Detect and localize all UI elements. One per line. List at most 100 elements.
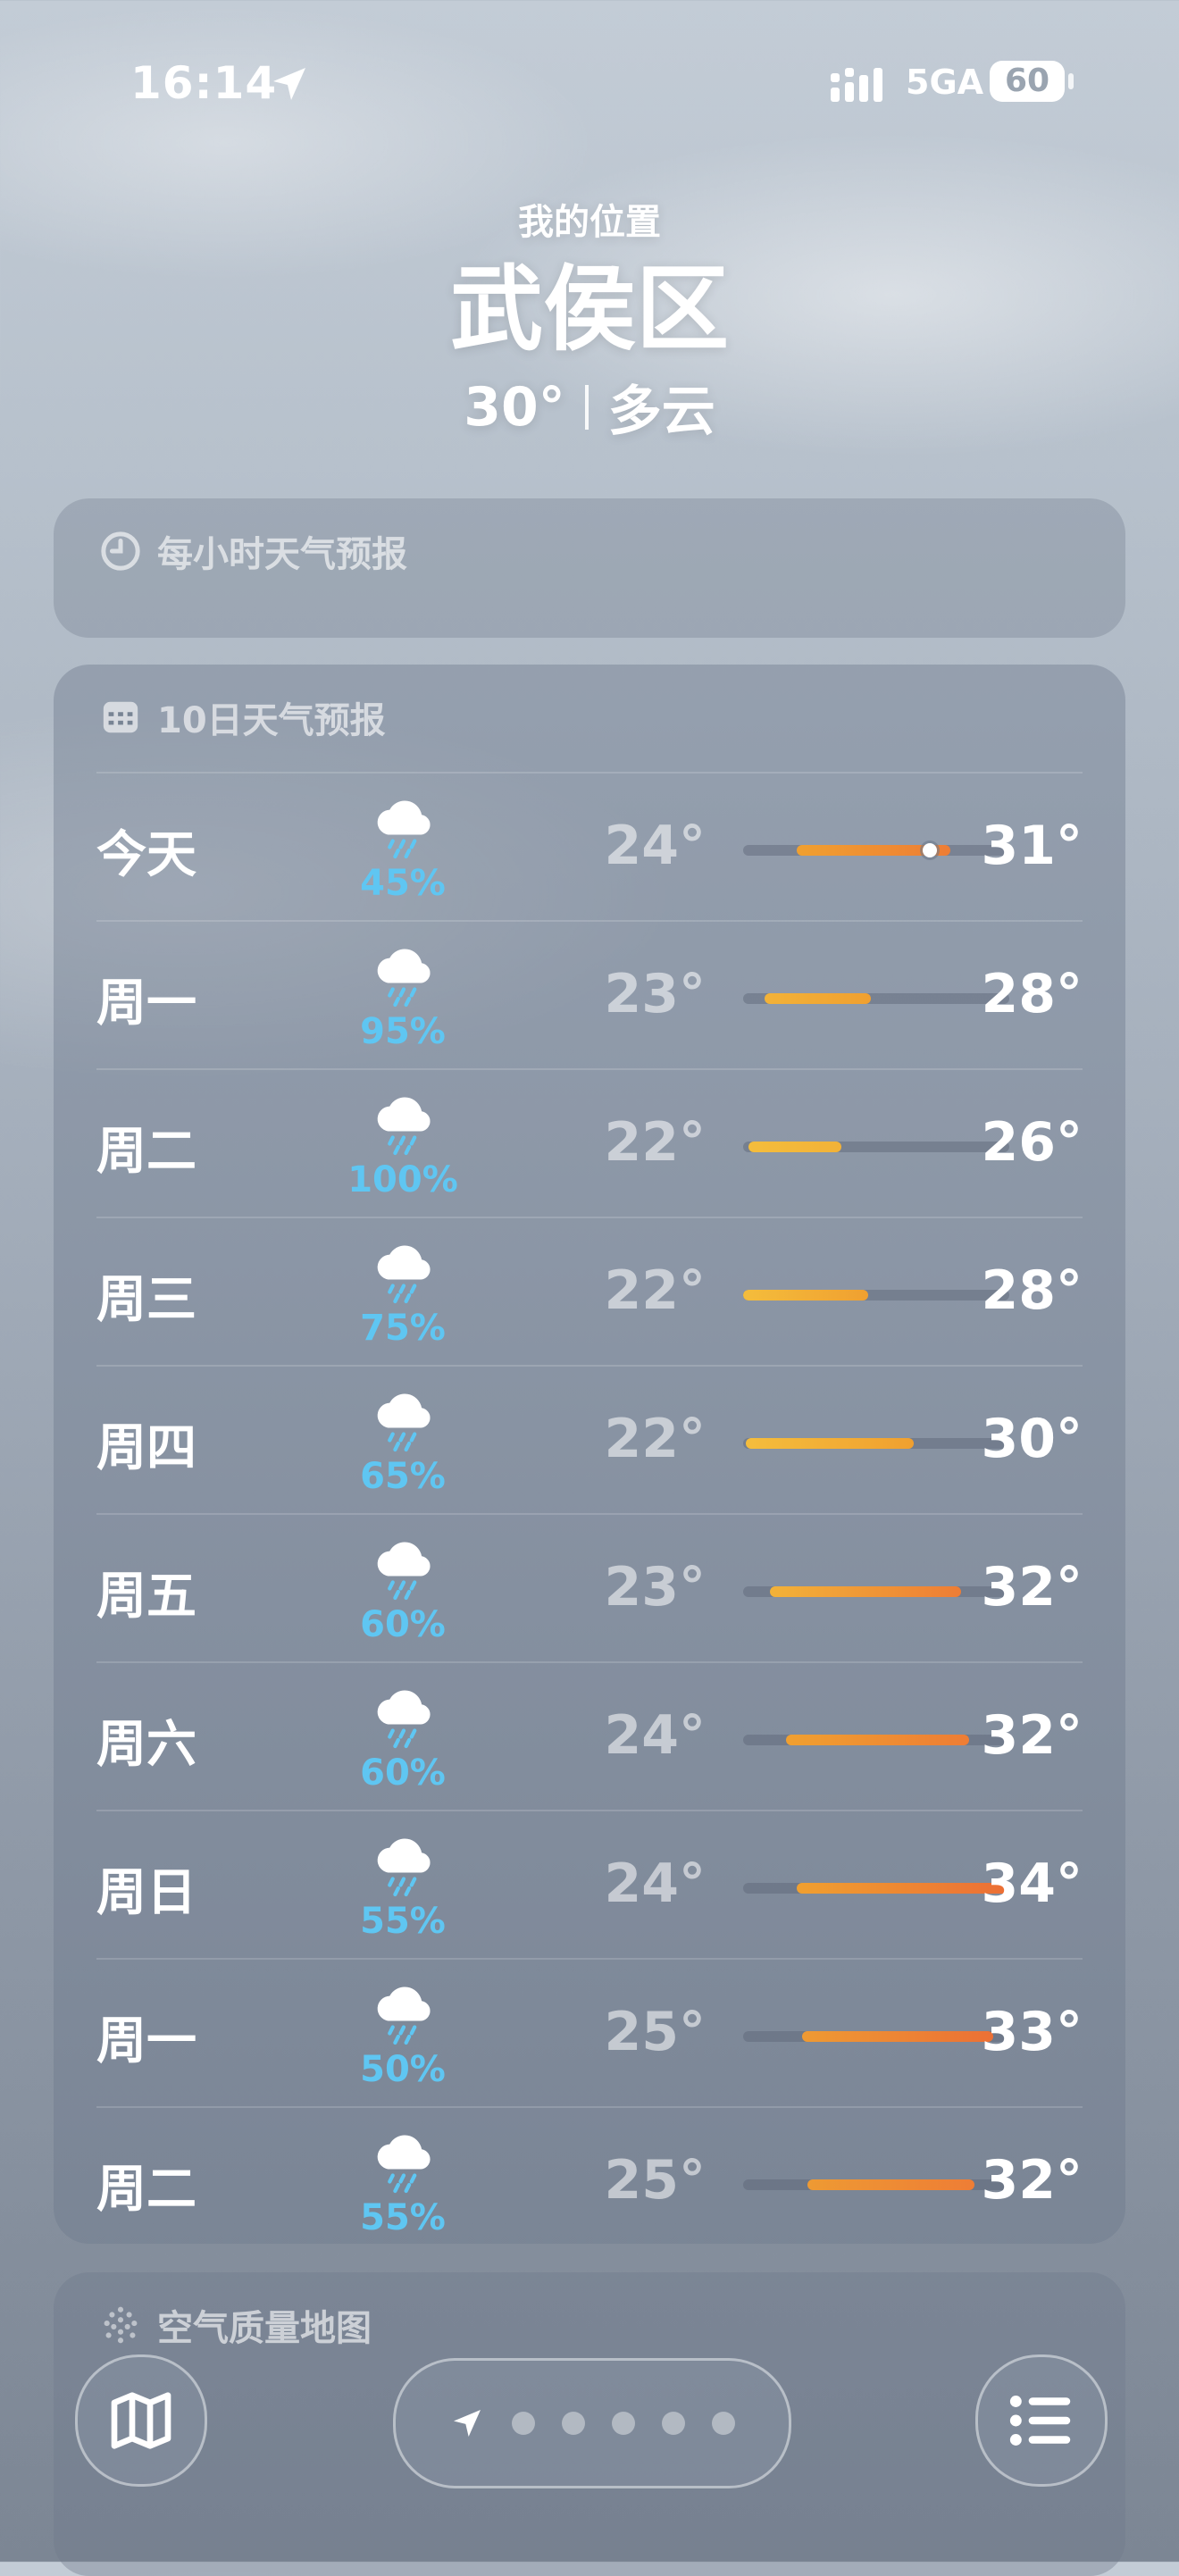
forecast-day-row[interactable]: 周三 75% 22° 28° [96, 1217, 1083, 1365]
temp-range-fill [801, 2031, 994, 2042]
forecast-day-row[interactable]: 周五 60% 23° 32° [96, 1513, 1083, 1661]
aqi-card-title: 空气质量地图 [157, 2308, 372, 2349]
forecast-day-row[interactable]: 今天 45% 24° 31° [96, 772, 1083, 920]
battery-tip [1068, 73, 1074, 89]
temp-range-bar [743, 2031, 1009, 2042]
high-temp: 34° [981, 1853, 1083, 1915]
cloud-rain-icon [366, 2122, 441, 2197]
temp-range-bar [743, 1735, 1009, 1745]
day-label: 周一 [96, 974, 196, 1033]
separator [584, 384, 589, 430]
high-temp: 28° [981, 1259, 1083, 1322]
high-temp: 32° [981, 1556, 1083, 1618]
precip-chance: 55% [360, 1901, 446, 1942]
low-temp: 22° [604, 1111, 707, 1174]
temp-range-fill [785, 1735, 970, 1745]
day-label: 周二 [96, 2161, 196, 2219]
precip-chance: 65% [360, 1456, 446, 1497]
ten-day-forecast-card[interactable]: 10日天气预报 今天 45% 24° 31° 周一 95% 23° 28° 周二 100% 22° 2… [54, 665, 1125, 2244]
low-temp: 24° [604, 1704, 707, 1767]
location-header: 我的位置 武侯区 30° 多云 [0, 193, 1179, 446]
page-dot[interactable] [512, 2412, 535, 2435]
temp-range-bar [743, 1438, 1009, 1449]
page-dot[interactable] [662, 2412, 685, 2435]
low-temp: 22° [604, 1259, 707, 1322]
aqi-dots-icon [104, 2306, 138, 2344]
cloud-rain-icon [366, 1974, 441, 2049]
forecast-day-row[interactable]: 周一 50% 25° 33° [96, 1958, 1083, 2106]
location-services-icon [273, 68, 305, 100]
forecast-day-row[interactable]: 周日 55% 24° 34° [96, 1810, 1083, 1958]
high-temp: 32° [981, 1704, 1083, 1767]
low-temp: 23° [604, 1556, 707, 1618]
low-temp: 24° [604, 815, 707, 877]
current-condition: 多云 [607, 381, 715, 443]
low-temp: 25° [604, 2001, 707, 2063]
cloud-rain-icon [366, 788, 441, 863]
cloud-rain-icon [366, 1084, 441, 1159]
cellular-signal-icon [831, 68, 882, 102]
hourly-card-title: 每小时天气预报 [157, 534, 407, 575]
low-temp: 25° [604, 2149, 707, 2212]
aqi-card-header: 空气质量地图 [100, 2299, 372, 2351]
status-time: 16:14 [130, 57, 278, 109]
list-icon [1009, 2396, 1071, 2446]
day-label: 周三 [96, 1271, 196, 1329]
temp-range-bar [743, 845, 1009, 856]
map-button[interactable] [75, 2354, 207, 2487]
hourly-forecast-card[interactable]: 每小时天气预报 [54, 498, 1125, 638]
hourly-card-header: 每小时天气预报 [100, 525, 407, 577]
page-dot[interactable] [612, 2412, 635, 2435]
precip-chance: 60% [360, 1604, 446, 1645]
cloud-rain-icon [366, 1381, 441, 1456]
high-temp: 28° [981, 963, 1083, 1025]
day-label: 周四 [96, 1419, 196, 1477]
current-temperature: 30° [464, 375, 565, 439]
forecast-day-row[interactable]: 周六 60% 24° 32° [96, 1661, 1083, 1810]
location-arrow-icon [454, 2410, 481, 2437]
daily-card-title: 10日天气预报 [157, 700, 386, 741]
forecast-day-row[interactable]: 周二 55% 25° 32° [96, 2106, 1083, 2244]
temp-range-fill [745, 1438, 914, 1449]
city-list-button[interactable] [975, 2354, 1108, 2487]
forecast-day-row[interactable]: 周二 100% 22° 26° [96, 1068, 1083, 1217]
high-temp: 31° [981, 815, 1083, 877]
high-temp: 32° [981, 2149, 1083, 2212]
high-temp: 33° [981, 2001, 1083, 2063]
low-temp: 24° [604, 1853, 707, 1915]
calendar-icon [103, 701, 138, 733]
temp-range-bar [743, 1586, 1009, 1597]
cloud-rain-icon [366, 1233, 441, 1308]
day-label: 周二 [96, 1123, 196, 1181]
temp-range-bar [743, 993, 1009, 1004]
precip-chance: 100% [347, 1159, 458, 1200]
cloud-rain-icon [366, 936, 441, 1011]
temp-range-fill [764, 993, 872, 1004]
low-temp: 23° [604, 963, 707, 1025]
map-icon [111, 2392, 171, 2449]
day-label: 今天 [96, 826, 196, 884]
page-dot[interactable] [562, 2412, 585, 2435]
precip-chance: 55% [360, 2197, 446, 2238]
daily-card-header: 10日天气预报 [100, 691, 386, 743]
day-label: 周一 [96, 2012, 196, 2070]
precip-chance: 60% [360, 1752, 446, 1794]
cloud-rain-icon [366, 1529, 441, 1604]
temp-range-bar [743, 1142, 1009, 1152]
temp-range-bar [743, 1290, 1009, 1301]
daily-forecast-list: 今天 45% 24° 31° 周一 95% 23° 28° 周二 100% 22° 26° 周三 75% 2… [96, 772, 1083, 2244]
forecast-day-row[interactable]: 周一 95% 23° 28° [96, 920, 1083, 1068]
day-label: 周日 [96, 1864, 196, 1922]
network-type: 5GA [906, 63, 984, 102]
precip-chance: 95% [360, 1011, 446, 1052]
current-conditions: 30° 多云 [0, 368, 1179, 446]
temp-range-bar [743, 1883, 1009, 1894]
temp-range-bar [743, 2179, 1009, 2190]
location-page-indicator[interactable] [393, 2358, 791, 2488]
forecast-day-row[interactable]: 周四 65% 22° 30° [96, 1365, 1083, 1513]
battery-indicator: 60 [990, 61, 1065, 102]
low-temp: 22° [604, 1408, 707, 1470]
page-dot[interactable] [712, 2412, 735, 2435]
temp-range-fill [807, 2179, 975, 2190]
precip-chance: 50% [360, 2049, 446, 2090]
